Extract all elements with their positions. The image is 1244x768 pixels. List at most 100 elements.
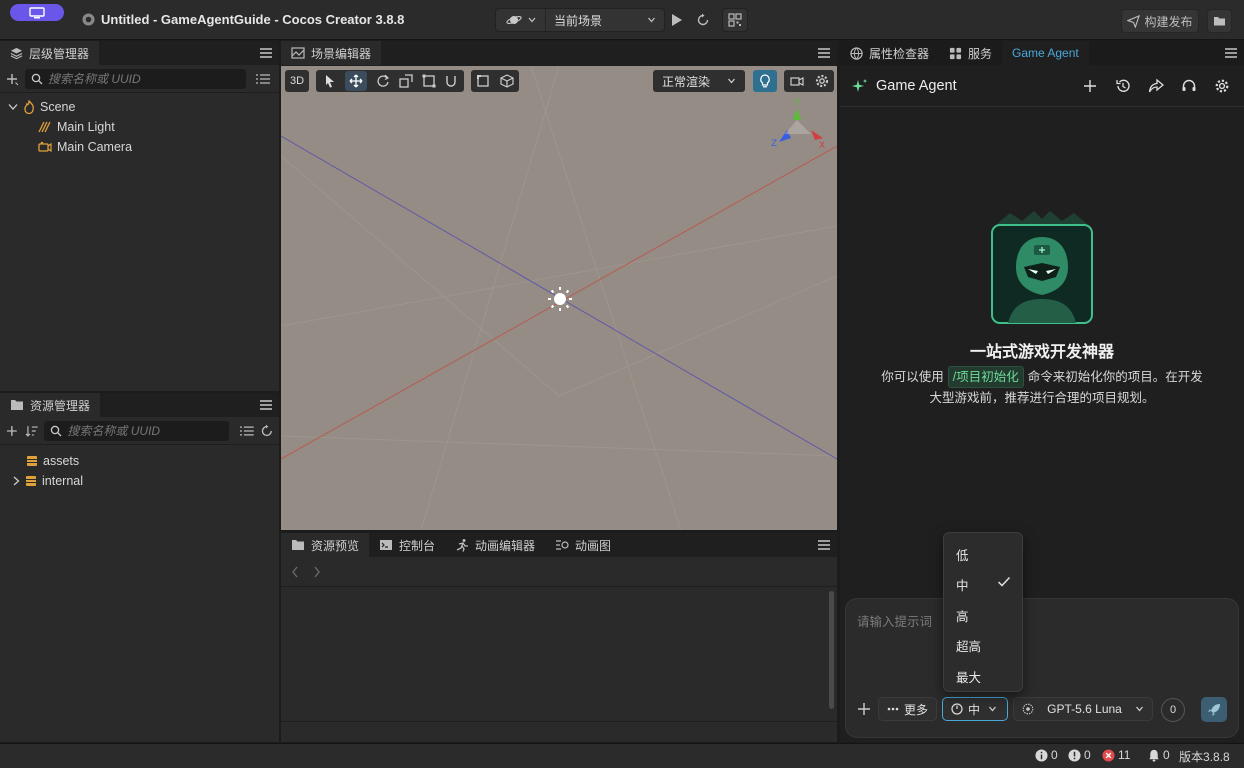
chevron-right-icon[interactable] — [313, 566, 321, 578]
select-cursor-icon[interactable] — [324, 74, 336, 88]
effort-option-low[interactable]: 低 — [956, 545, 969, 564]
tab-label: 服务 — [968, 46, 993, 61]
sort-icon[interactable] — [25, 424, 39, 438]
lighting-toggle-button[interactable] — [753, 70, 777, 92]
status-info[interactable]: 0 — [1035, 748, 1058, 762]
tab-animation-graph[interactable]: 动画图 — [545, 533, 621, 557]
scene-viewport[interactable]: 3D 正常渲染 Y Z X — [281, 66, 837, 530]
send-button[interactable] — [1201, 697, 1227, 722]
asset-item-assets[interactable]: assets — [0, 451, 279, 471]
tab-hierarchy[interactable]: 层级管理器 — [0, 41, 100, 65]
rect-tool-icon[interactable] — [422, 74, 436, 88]
toggle-3d-button[interactable]: 3D — [285, 70, 309, 92]
render-mode-select[interactable]: 正常渲染 — [653, 70, 745, 92]
move-tool-button[interactable] — [344, 71, 367, 91]
preview-scrollbar[interactable] — [829, 591, 834, 709]
running-figure-icon — [456, 539, 469, 552]
rotate-icon[interactable] — [376, 74, 390, 88]
more-button[interactable]: 更多 — [878, 697, 937, 721]
agent-description-line1: 你可以使用 /项目初始化 命令来初始化你的项目。在开发 — [840, 366, 1244, 388]
axis-gizmo[interactable]: Y Z X — [767, 94, 835, 150]
tab-animation-editor[interactable]: 动画编辑器 — [445, 533, 545, 557]
effort-option-medium[interactable]: 中 — [956, 575, 969, 594]
gear-icon[interactable] — [815, 74, 829, 88]
status-warn[interactable]: 0 — [1068, 748, 1091, 762]
tree-node-main-light[interactable]: Main Light — [0, 117, 279, 137]
scene-camera-icon[interactable] — [789, 75, 804, 87]
assets-search-input[interactable]: 搜索名称或 UUID — [44, 420, 229, 441]
tab-assets-label: 资源管理器 — [30, 398, 91, 413]
layers-icon — [10, 47, 23, 59]
tab-game-agent[interactable]: Game Agent — [1002, 41, 1089, 65]
layout-button[interactable] — [722, 8, 748, 32]
tree-node-scene-label: Scene — [40, 100, 76, 114]
effort-option-max[interactable]: 最大 — [956, 667, 981, 686]
scale-icon[interactable] — [398, 74, 413, 88]
cube-icon[interactable] — [500, 74, 514, 88]
asset-item-internal[interactable]: internal — [0, 471, 279, 491]
model-select-value: GPT-5.6 Luna — [1047, 702, 1122, 716]
plus-icon[interactable] — [1082, 78, 1098, 94]
agent-description: 你可以使用 /项目初始化 命令来初始化你的项目。在开发 大型游戏前，推荐进行合理… — [840, 366, 1244, 408]
gear-icon[interactable] — [1214, 78, 1230, 94]
refresh-icon[interactable] — [260, 424, 274, 438]
tab-asset-preview[interactable]: 资源预览 — [281, 533, 370, 557]
model-select[interactable]: GPT-5.6 Luna — [1013, 697, 1153, 721]
hierarchy-search-input[interactable]: 搜索名称或 UUID — [25, 68, 246, 89]
attach-button[interactable] — [857, 702, 871, 716]
window-title: Untitled - GameAgentGuide - Cocos Creato… — [82, 12, 404, 27]
chevron-left-icon[interactable] — [291, 566, 299, 578]
share-icon[interactable] — [1148, 78, 1164, 94]
init-command-chip[interactable]: /项目初始化 — [947, 366, 1024, 388]
magnet-icon[interactable] — [445, 74, 457, 88]
scene-dropdown[interactable]: 当前场景 — [546, 12, 664, 29]
open-folder-button[interactable] — [1207, 9, 1232, 33]
menu-icon[interactable] — [259, 46, 273, 60]
app-badge-button[interactable] — [10, 4, 64, 21]
tab-console[interactable]: 控制台 — [369, 533, 445, 557]
tab-label: 资源预览 — [311, 538, 360, 553]
add-node-icon[interactable] — [5, 72, 19, 86]
build-publish-button[interactable]: 构建发布 — [1121, 9, 1199, 33]
platform-dropdown[interactable] — [496, 9, 546, 31]
light-gizmo-icon[interactable] — [547, 286, 573, 312]
list-sort-icon[interactable] — [239, 424, 255, 438]
play-button[interactable] — [667, 9, 687, 31]
headset-icon[interactable] — [1181, 78, 1197, 94]
more-button-label: 更多 — [903, 702, 928, 717]
effort-select-value: 中 — [968, 702, 981, 717]
list-sort-icon[interactable] — [255, 72, 271, 86]
effort-option-high[interactable]: 高 — [956, 606, 969, 625]
tab-inspector[interactable]: 属性检查器 — [840, 41, 939, 65]
info-icon — [1035, 748, 1048, 762]
agent-header-actions — [1082, 78, 1230, 94]
refresh-button[interactable] — [692, 9, 714, 31]
tab-hierarchy-label: 层级管理器 — [29, 46, 90, 61]
chevron-right-icon[interactable] — [12, 476, 20, 486]
tab-scene-editor[interactable]: 场景编辑器 — [281, 41, 382, 65]
add-asset-icon[interactable] — [5, 424, 19, 438]
error-icon — [1102, 748, 1115, 762]
folder-icon — [11, 400, 23, 410]
menu-icon[interactable] — [817, 46, 831, 60]
tab-assets[interactable]: 资源管理器 — [0, 393, 101, 417]
local-space-icon[interactable] — [476, 74, 490, 88]
tree-node-scene[interactable]: Scene — [0, 97, 279, 117]
menu-icon[interactable] — [259, 398, 273, 412]
status-notify[interactable]: 0 — [1148, 748, 1170, 762]
status-error[interactable]: 11 — [1102, 748, 1130, 762]
chevron-down-icon — [528, 17, 535, 23]
toggle-3d-label: 3D — [289, 75, 305, 87]
scene-editor-header: 场景编辑器 — [281, 41, 837, 66]
tab-services[interactable]: 服务 — [939, 41, 1002, 65]
menu-icon[interactable] — [817, 538, 831, 552]
chevron-down-icon[interactable] — [8, 103, 18, 111]
hierarchy-toolbar: 搜索名称或 UUID — [0, 65, 279, 93]
sparkle-icon — [852, 78, 867, 92]
menu-icon[interactable] — [1224, 46, 1238, 60]
effort-option-xhigh[interactable]: 超高 — [956, 636, 981, 655]
history-icon[interactable] — [1115, 78, 1131, 94]
tree-node-main-camera[interactable]: Main Camera — [0, 137, 279, 157]
apps-grid-icon — [949, 47, 962, 59]
effort-select[interactable]: 中 — [942, 697, 1008, 721]
